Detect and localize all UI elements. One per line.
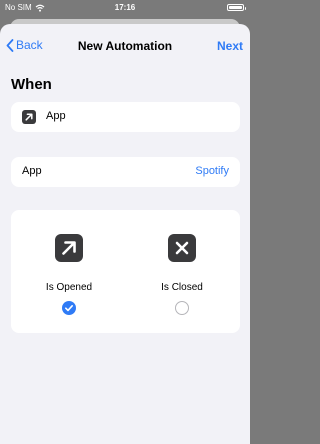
status-time: 17:16 [114, 3, 136, 12]
unselected-radio-icon[interactable] [175, 301, 189, 315]
arrow-up-right-icon [55, 234, 83, 262]
app-setting-label: App [22, 165, 42, 177]
arrow-up-right-icon [22, 110, 36, 124]
option-label: Is Opened [45, 282, 93, 293]
option-label: Is Closed [161, 282, 203, 293]
option-is-opened[interactable]: Is Opened [19, 234, 119, 315]
app-setting-value[interactable]: Spotify [195, 165, 229, 177]
trigger-app-row[interactable]: App [11, 102, 240, 132]
close-x-icon [168, 234, 196, 262]
app-setting-row[interactable]: App Spotify [11, 157, 240, 187]
trigger-label: App [46, 110, 66, 122]
status-bar: No SIM 17:16 [0, 0, 250, 16]
battery-icon [227, 4, 246, 11]
navigation-bar: Back New Automation Next [0, 24, 250, 68]
automation-sheet: Back New Automation Next When App App Sp… [0, 24, 250, 444]
next-button[interactable]: Next [217, 39, 243, 53]
option-is-closed[interactable]: Is Closed [132, 234, 232, 315]
section-title-when: When [11, 76, 52, 93]
page-title: New Automation [77, 39, 173, 53]
app-state-options: Is Opened Is Closed [11, 210, 240, 333]
selected-checkmark-icon[interactable] [62, 301, 76, 315]
